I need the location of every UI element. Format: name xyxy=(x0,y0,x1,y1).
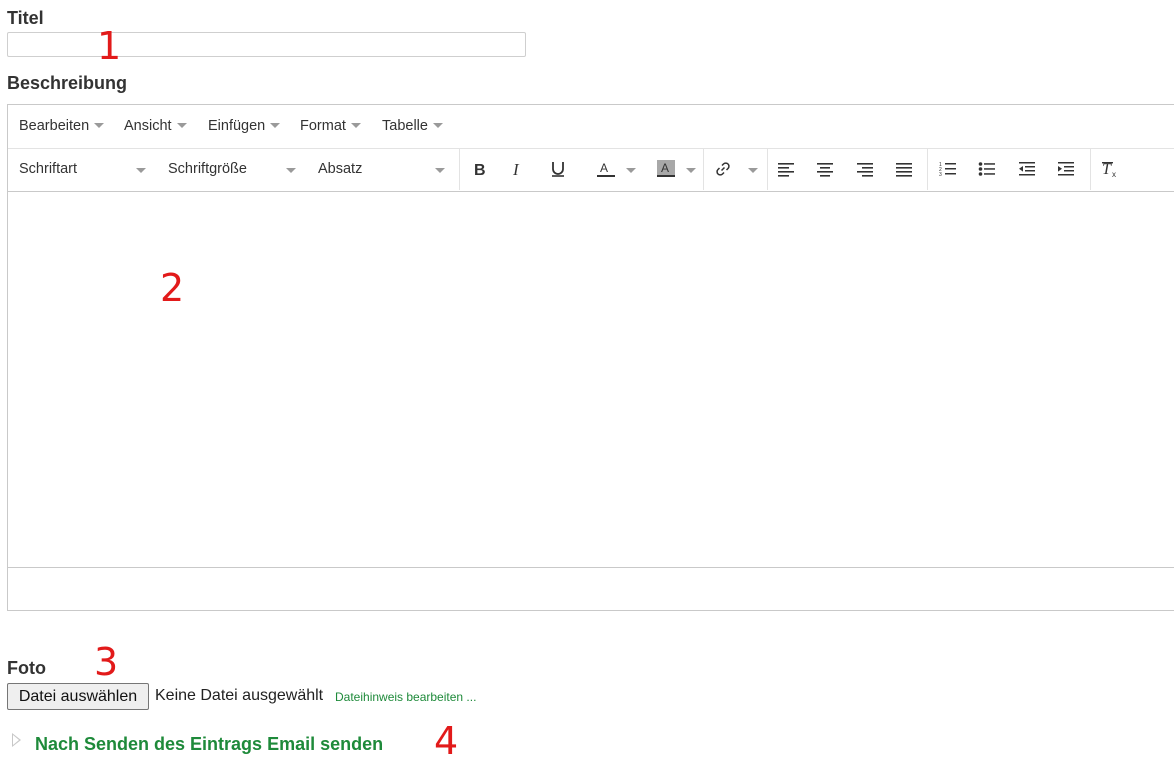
title-label: Titel xyxy=(7,8,44,28)
disclosure-triangle-icon[interactable] xyxy=(12,733,21,747)
editor-menubar: Bearbeiten Ansicht Einfügen Format Tabel… xyxy=(8,105,1174,149)
menu-insert-label: Einfügen xyxy=(208,118,266,134)
annotation-marker-2: 2 xyxy=(160,266,185,310)
menu-view[interactable]: Ansicht xyxy=(124,118,187,134)
menu-insert[interactable]: Einfügen xyxy=(208,118,281,134)
svg-text:I: I xyxy=(512,161,520,177)
bullet-list-icon[interactable] xyxy=(974,156,1000,182)
no-file-text: Keine Datei ausgewählt xyxy=(155,687,324,704)
title-input[interactable] xyxy=(7,32,526,57)
svg-text:T: T xyxy=(1102,161,1112,178)
font-family-select[interactable]: Schriftart xyxy=(19,161,77,177)
menu-view-label: Ansicht xyxy=(124,118,172,134)
chevron-down-icon xyxy=(748,168,758,173)
block-format-select[interactable]: Absatz xyxy=(318,161,362,177)
chevron-down-icon xyxy=(350,122,361,128)
toolbar-divider xyxy=(927,148,928,190)
svg-text:B: B xyxy=(474,162,486,177)
menu-format-label: Format xyxy=(300,118,346,134)
menu-edit[interactable]: Bearbeiten xyxy=(19,118,105,134)
underline-icon[interactable] xyxy=(545,156,571,182)
menu-table[interactable]: Tabelle xyxy=(382,118,443,134)
italic-icon[interactable]: I xyxy=(505,156,531,182)
toolbar-divider xyxy=(459,148,460,190)
chevron-down-icon xyxy=(286,168,296,173)
annotation-marker-4: 4 xyxy=(434,719,459,763)
choose-file-button[interactable]: Datei auswählen xyxy=(7,683,149,710)
background-color-icon[interactable]: A xyxy=(653,156,679,182)
indent-icon[interactable] xyxy=(1053,156,1079,182)
align-left-icon[interactable] xyxy=(773,156,799,182)
chevron-down-icon xyxy=(176,122,187,128)
chevron-down-icon xyxy=(270,122,281,128)
chevron-down-icon xyxy=(626,168,636,173)
bold-icon[interactable]: B xyxy=(466,156,492,182)
svg-text:3: 3 xyxy=(939,172,942,177)
editor-toolbar: Schriftart Schriftgröße Absatz B I A A 1… xyxy=(8,148,1174,192)
menu-edit-label: Bearbeiten xyxy=(19,118,90,134)
text-color-icon[interactable]: A xyxy=(593,156,619,182)
svg-text:A: A xyxy=(661,161,669,175)
chevron-down-icon xyxy=(136,168,146,173)
rich-text-editor: Bearbeiten Ansicht Einfügen Format Tabel… xyxy=(7,104,1174,611)
outdent-icon[interactable] xyxy=(1014,156,1040,182)
chevron-down-icon xyxy=(686,168,696,173)
photo-label: Foto xyxy=(7,658,46,678)
align-right-icon[interactable] xyxy=(852,156,878,182)
description-label: Beschreibung xyxy=(7,73,128,93)
annotation-marker-1: 1 xyxy=(97,24,122,68)
toolbar-divider xyxy=(1090,148,1091,190)
chevron-down-icon xyxy=(432,122,443,128)
editor-statusbar xyxy=(8,567,1174,611)
svg-text:x: x xyxy=(1112,170,1116,178)
send-email-toggle[interactable]: Nach Senden des Eintrags Email senden xyxy=(35,734,383,755)
chevron-down-icon xyxy=(435,168,445,173)
toolbar-divider xyxy=(703,148,704,190)
menu-table-label: Tabelle xyxy=(382,118,428,134)
editor-content-area[interactable] xyxy=(8,192,1174,567)
numbered-list-icon[interactable]: 123 xyxy=(935,156,961,182)
menu-format[interactable]: Format xyxy=(300,118,361,134)
align-center-icon[interactable] xyxy=(812,156,838,182)
clear-formatting-icon[interactable]: Tx xyxy=(1097,156,1123,182)
svg-text:A: A xyxy=(600,161,608,175)
annotation-marker-3: 3 xyxy=(94,640,119,684)
font-size-select[interactable]: Schriftgröße xyxy=(168,161,247,177)
edit-file-hint-link[interactable]: Dateihinweis bearbeiten ... xyxy=(335,690,476,704)
align-justify-icon[interactable] xyxy=(891,156,917,182)
toolbar-divider xyxy=(767,148,768,190)
link-icon[interactable] xyxy=(710,156,736,182)
chevron-down-icon xyxy=(94,122,105,128)
